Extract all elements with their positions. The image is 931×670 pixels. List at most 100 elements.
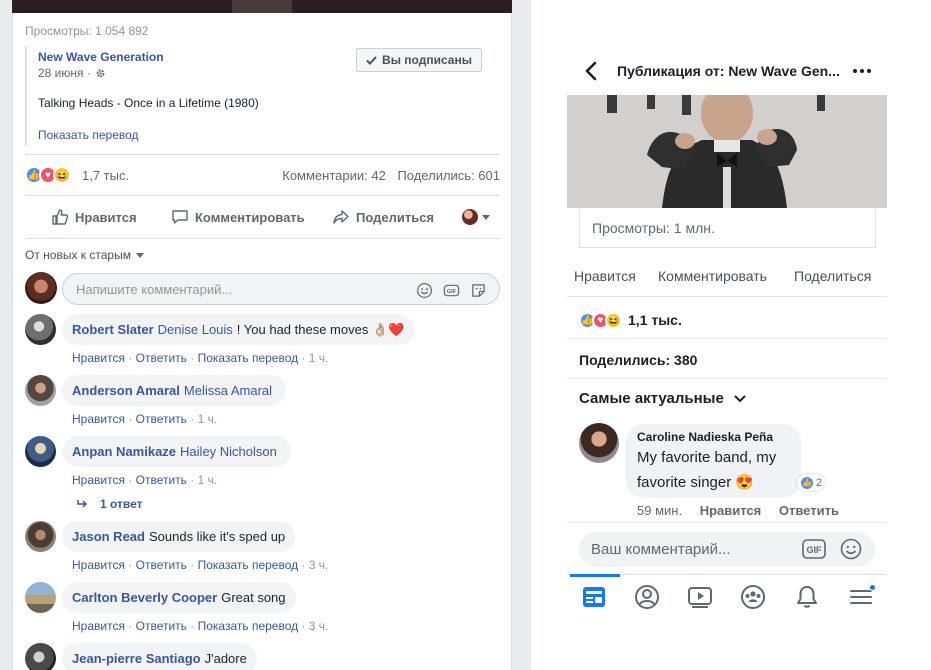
share-button[interactable]: Поделиться [332, 208, 434, 226]
gear-icon[interactable] [95, 68, 106, 79]
mobile-reactions-summary[interactable]: 👍 ♥ 😆 1,1 тыс. [579, 311, 682, 329]
avatar[interactable] [25, 521, 56, 552]
mobile-comment-like-link[interactable]: Нравится [700, 503, 762, 518]
divider [25, 195, 500, 196]
video-frame-illustration [567, 95, 887, 208]
post-as-selector[interactable] [462, 209, 490, 225]
comment-reply-link[interactable]: Ответить [136, 619, 187, 633]
comment-reply-link[interactable]: Ответить [136, 412, 187, 426]
like-label: Нравится [75, 209, 137, 225]
reaction-icons[interactable]: 👍 ♥ 😆 [25, 166, 71, 184]
comment-author[interactable]: Carlton Beverly Cooper [72, 590, 217, 605]
comment-author[interactable]: Jason Read [72, 529, 145, 544]
comment-reply-link[interactable]: Ответить [136, 558, 187, 572]
avatar [462, 209, 478, 225]
comment-meta: Нравится · Ответить · Показать перевод ·… [72, 619, 329, 633]
like-reaction-icon: 👍 [800, 475, 814, 490]
comment-time[interactable]: 1 ч. [309, 351, 329, 365]
comment-like-link[interactable]: Нравится [72, 558, 125, 572]
comment-like-link[interactable]: Нравится [72, 473, 125, 487]
comment-bubble: Jason Read Sounds like it's sped up [62, 521, 296, 552]
avatar[interactable] [25, 582, 56, 613]
comment-author[interactable]: Anderson Amaral [72, 383, 180, 398]
comment-tag[interactable]: Melissa Amaral [184, 383, 272, 398]
avatar[interactable] [25, 643, 56, 670]
share-icon [333, 210, 349, 224]
comment-author[interactable]: Jean-pierre Santiago [72, 651, 201, 666]
shares-count-link[interactable]: Поделились: 601 [397, 168, 500, 183]
comment-time[interactable]: 1 ч. [198, 473, 218, 487]
engagement-counts: Комментарии: 42 Поделились: 601 [274, 168, 500, 183]
subscribed-button[interactable]: Вы подписаны [356, 48, 482, 72]
comment-tag[interactable]: Hailey Nicholson [180, 444, 277, 459]
reactions-count[interactable]: 1,7 тыс. [82, 168, 129, 183]
divider [567, 296, 887, 297]
like-button[interactable]: Нравится [51, 208, 137, 226]
mobile-comment-reactions[interactable]: 👍 2 [797, 474, 826, 491]
mobile-comment-text: My favorite band, my favorite singer 😍 [637, 449, 777, 491]
mobile-video[interactable] [567, 95, 887, 208]
comment-author[interactable]: Robert Slater [72, 322, 154, 337]
mobile-share-button[interactable]: Поделиться [794, 268, 871, 284]
comment-button[interactable]: Комментировать [171, 208, 305, 226]
gif-icon[interactable]: GIF [443, 282, 460, 299]
back-arrow-icon[interactable] [584, 61, 598, 81]
comment-input[interactable]: Напишите комментарий... GIF [62, 273, 500, 305]
emoji-icon[interactable] [416, 282, 433, 299]
comment-like-link[interactable]: Нравится [72, 351, 125, 365]
mobile-comment-bubble: Caroline Nadieska Peña My favorite band,… [626, 424, 801, 498]
mobile-comment-reply-link[interactable]: Ответить [779, 503, 839, 518]
comment-like-link[interactable]: Нравится [72, 619, 125, 633]
tab-news-feed[interactable] [580, 583, 608, 611]
mobile-sort-label: Самые актуальные [579, 390, 724, 407]
comment-translate-link[interactable]: Показать перевод [198, 558, 299, 572]
avatar [25, 272, 57, 304]
divider [25, 238, 500, 239]
view-replies-link[interactable]: 1 ответ [76, 497, 143, 511]
comment-reply-link[interactable]: Ответить [136, 351, 187, 365]
mobile-comment-author[interactable]: Caroline Nadieska Peña [637, 430, 790, 444]
tab-notifications[interactable] [793, 583, 821, 611]
avatar[interactable] [25, 314, 56, 345]
avatar[interactable] [25, 436, 56, 467]
mobile-comment-sort[interactable]: Самые актуальные [579, 390, 746, 407]
shared-post-quote: New Wave Generation 28 июня · Вы подписа… [25, 46, 495, 146]
comment-bubble: Carlton Beverly Cooper Great song [62, 582, 296, 613]
comment-translate-link[interactable]: Показать перевод [198, 619, 299, 633]
haha-reaction-icon: 😆 [53, 166, 71, 184]
comment-bubble: Anderson Amaral Melissa Amaral [62, 375, 287, 406]
comment-bubble: Jean-pierre Santiago J'adore [62, 643, 257, 670]
tab-profile[interactable] [633, 583, 661, 611]
comment-time[interactable]: 3 ч. [309, 619, 329, 633]
comment-time[interactable]: 1 ч. [198, 412, 218, 426]
comment-sort-dropdown[interactable]: От новых к старым [25, 248, 144, 262]
desktop-video-bottom[interactable] [12, 0, 512, 13]
comment-translate-link[interactable]: Показать перевод [198, 351, 299, 365]
share-label: Поделиться [356, 209, 435, 225]
comment-time[interactable]: 3 ч. [309, 558, 329, 572]
avatar[interactable] [579, 423, 619, 463]
avatar[interactable] [25, 375, 56, 406]
comment-text: ! You had these moves 👌🏼❤️ [236, 321, 405, 337]
emoji-icon[interactable] [840, 538, 862, 560]
tab-watch[interactable] [686, 583, 714, 611]
mobile-comment-input[interactable]: Ваш комментарий... GIF [579, 532, 875, 567]
mobile-shares-count[interactable]: Поделились: 380 [579, 352, 697, 368]
comment-tag[interactable]: Denise Louis [158, 322, 233, 337]
comments-count-link[interactable]: Комментарии: 42 [282, 168, 386, 183]
active-tab-indicator [570, 574, 620, 577]
mobile-like-button[interactable]: Нравится [574, 268, 636, 284]
gif-icon[interactable]: GIF [802, 539, 826, 559]
comment-meta: Нравится · Ответить · 1 ч. [72, 412, 218, 426]
sticker-icon[interactable] [470, 282, 487, 299]
show-translation-link[interactable]: Показать перевод [38, 128, 139, 142]
comment-author[interactable]: Anpan Namikaze [72, 444, 176, 459]
more-options-icon[interactable] [853, 69, 871, 73]
screen: Просмотры: 1 054 892 New Wave Generation… [0, 0, 931, 670]
comment-meta: Нравится · Ответить · Показать перевод ·… [72, 351, 329, 365]
comment-like-link[interactable]: Нравится [72, 412, 125, 426]
comment-reply-link[interactable]: Ответить [136, 473, 187, 487]
mobile-comment-button[interactable]: Комментировать [658, 268, 767, 284]
page-name-link[interactable]: New Wave Generation [38, 50, 164, 64]
tab-groups[interactable] [739, 583, 767, 611]
